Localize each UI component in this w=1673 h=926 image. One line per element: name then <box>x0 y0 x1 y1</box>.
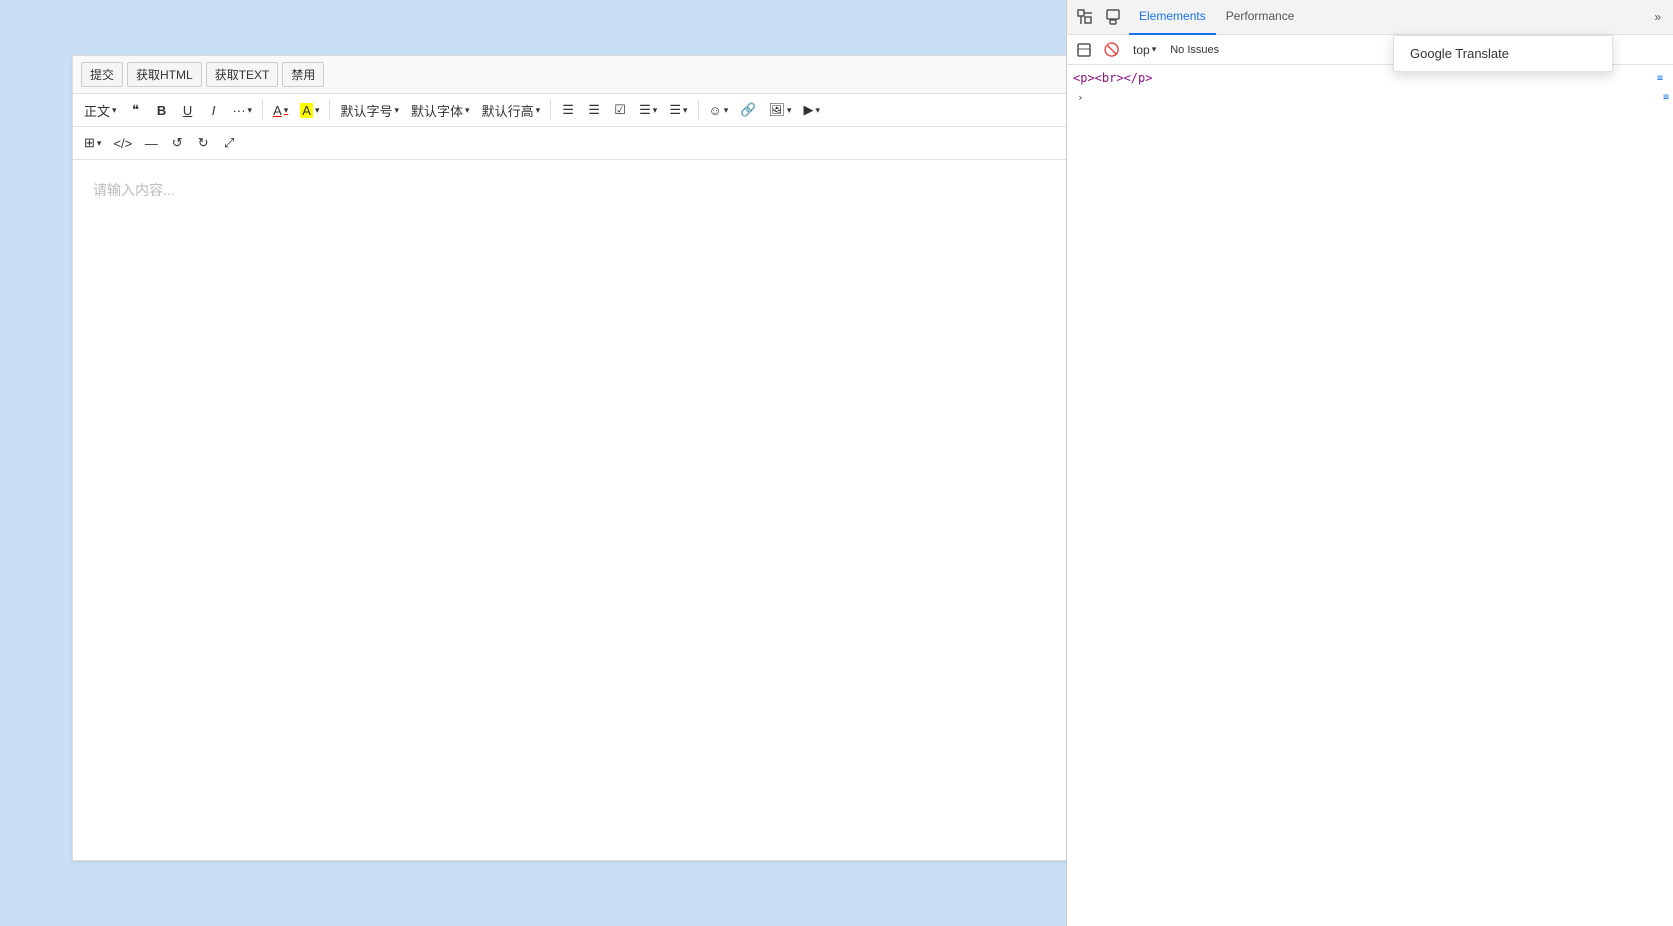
bg-color-button[interactable]: A <box>295 98 324 122</box>
inspect-icon <box>1077 9 1093 25</box>
device-toggle-button[interactable] <box>1101 5 1125 29</box>
expand-arrow[interactable]: › <box>1073 89 1088 106</box>
get-text-button[interactable]: 获取TEXT <box>206 62 279 87</box>
browser-header <box>0 0 1066 55</box>
editor-container: 提交 获取HTML 获取TEXT 禁用 正文 ❝ B U I ··· A A 默… <box>72 55 1067 861</box>
html-code-display: <p><br></p> <box>1073 71 1152 85</box>
chevron-down-icon: ▾ <box>1152 44 1157 55</box>
toolbar-divider3 <box>550 100 551 120</box>
redo-button[interactable]: ↻ <box>191 131 215 155</box>
toolbar-row2: ⊞ </> — ↺ ↻ ⤢ <box>73 127 1066 160</box>
no-issues-label: No Issues <box>1166 42 1223 58</box>
html-code-row: <p><br></p> ≡ <box>1073 71 1667 85</box>
underline-button[interactable]: U <box>176 98 200 122</box>
devtools-tab-elements[interactable]: Elemements <box>1129 0 1216 35</box>
fullscreen-button[interactable]: ⤢ <box>217 131 241 155</box>
layout-icon <box>1077 43 1091 57</box>
devtools-tab-performance[interactable]: Performance <box>1216 0 1305 35</box>
devtools-more-tabs[interactable]: » <box>1648 10 1667 24</box>
clear-format-button[interactable]: — <box>139 131 163 155</box>
right-indicator-1: ≡ <box>1657 73 1663 84</box>
devtools-tabs: Elemements Performance <box>1129 0 1644 35</box>
blockquote-button[interactable]: ❝ <box>124 98 148 122</box>
line-height-dropdown[interactable]: 默认行高 <box>477 98 546 122</box>
ordered-list-button[interactable]: ☰ <box>582 98 606 122</box>
font-color-button[interactable]: A <box>268 98 293 122</box>
align-dropdown[interactable]: ☰ <box>634 98 662 122</box>
toolbar-row1: 正文 ❝ B U I ··· A A 默认字号 默认字体 默认行高 ☰ ☰ ☑ … <box>73 94 1066 127</box>
google-translate-dropdown: Google Translate <box>1393 35 1613 72</box>
editor-content-area[interactable]: 请输入内容... <box>73 160 1066 860</box>
inspect-element-button[interactable] <box>1073 5 1097 29</box>
undo-button[interactable]: ↺ <box>165 131 189 155</box>
font-color-icon: A <box>273 103 282 118</box>
text-style-dropdown[interactable]: 正文 <box>79 98 122 122</box>
toolbar-divider1 <box>262 100 263 120</box>
right-indicator-2: ≡ <box>1663 92 1669 103</box>
video-button[interactable]: ▶ <box>799 98 826 122</box>
bold-button[interactable]: B <box>150 98 174 122</box>
toolbar-divider2 <box>329 100 330 120</box>
link-button[interactable]: 🔗 <box>735 98 761 122</box>
get-html-button[interactable]: 获取HTML <box>127 62 202 87</box>
bg-color-icon: A <box>300 103 313 118</box>
block-icon: 🚫 <box>1104 42 1120 58</box>
italic-button[interactable]: I <box>202 98 226 122</box>
devtools-content: <p><br></p> ≡ › ≡ <box>1067 65 1673 926</box>
submit-button[interactable]: 提交 <box>81 62 123 87</box>
indent-dropdown[interactable]: ☰ <box>664 98 692 122</box>
disable-button[interactable]: 禁用 <box>282 62 324 87</box>
device-icon <box>1106 9 1120 25</box>
font-size-dropdown[interactable]: 默认字号 <box>335 98 404 122</box>
table-button[interactable]: ⊞ <box>79 131 106 155</box>
code-button[interactable]: </> <box>108 131 137 155</box>
todo-list-button[interactable]: ☑ <box>608 98 632 122</box>
bullet-list-button[interactable]: ☰ <box>556 98 580 122</box>
block-icon-button[interactable]: 🚫 <box>1101 39 1123 61</box>
layout-icon-button[interactable] <box>1073 39 1095 61</box>
devtools-topbar: Elemements Performance » <box>1067 0 1673 35</box>
expand-row: › ≡ <box>1073 89 1667 106</box>
image-button[interactable]: 🖼 <box>764 98 797 122</box>
devtools-panel: Elemements Performance » Google Translat… <box>1066 0 1673 926</box>
toolbar-divider4 <box>698 100 699 120</box>
more-format-button[interactable]: ··· <box>228 98 258 122</box>
action-bar: 提交 获取HTML 获取TEXT 禁用 <box>73 56 1066 94</box>
google-translate-option[interactable]: Google Translate <box>1394 36 1612 71</box>
font-family-dropdown[interactable]: 默认字体 <box>406 98 475 122</box>
editor-placeholder: 请输入内容... <box>93 182 175 198</box>
emoji-button[interactable]: ☺ <box>704 98 734 122</box>
context-dropdown[interactable]: top ▾ <box>1129 41 1160 59</box>
